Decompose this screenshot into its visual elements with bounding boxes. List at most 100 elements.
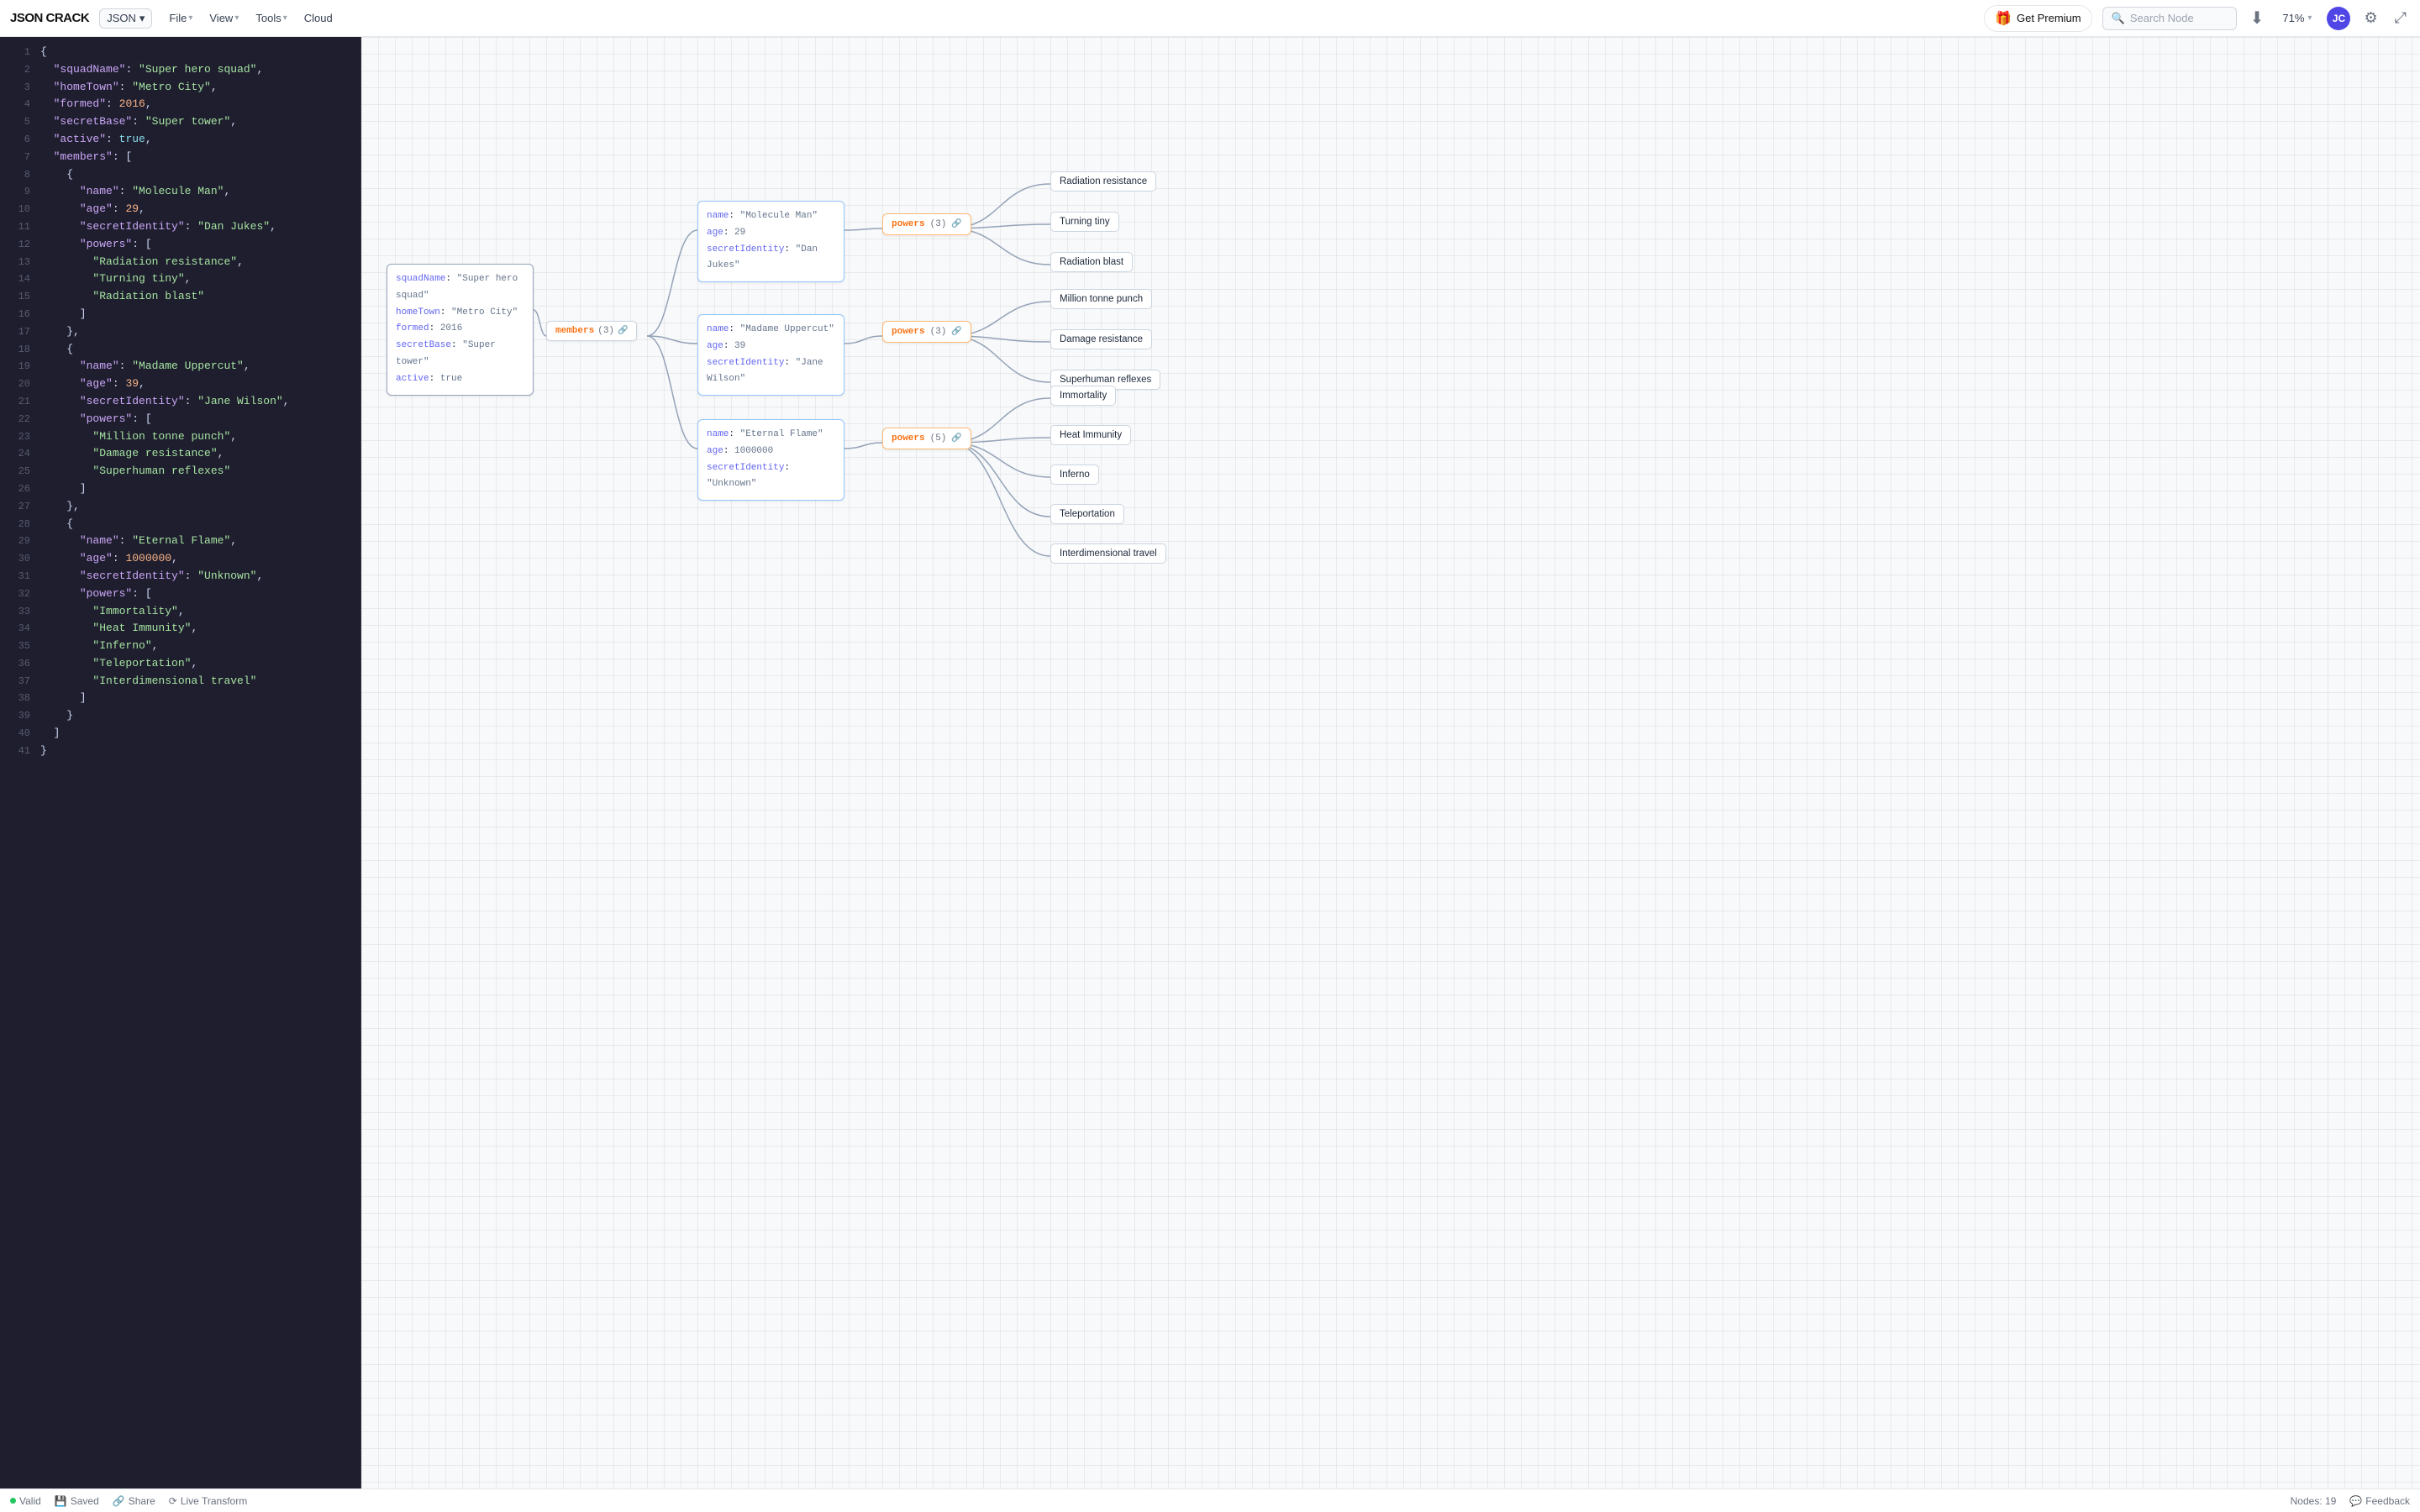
graph-canvas[interactable]: squadName: "Super hero squad" homeTown: … xyxy=(361,37,2420,1488)
power-item: Heat Immunity xyxy=(1050,425,1131,445)
editor-line: 32 "powers": [ xyxy=(0,585,360,603)
chevron-icon: ▾ xyxy=(234,13,239,23)
editor-line: 21 "secretIdentity": "Jane Wilson", xyxy=(0,393,360,411)
line-number: 8 xyxy=(7,167,30,183)
powers-count: (5) xyxy=(930,433,947,444)
line-number: 30 xyxy=(7,551,30,567)
line-number: 3 xyxy=(7,80,30,96)
line-number: 23 xyxy=(7,429,30,445)
json-editor[interactable]: 1{2 "squadName": "Super hero squad",3 "h… xyxy=(0,37,361,1488)
view-menu[interactable]: View ▾ xyxy=(203,8,245,28)
feedback-button[interactable]: 💬 Feedback xyxy=(2349,1495,2410,1507)
main-menu: File ▾ View ▾ Tools ▾ Cloud xyxy=(162,8,339,28)
line-content: { xyxy=(40,166,354,184)
line-content: }, xyxy=(40,323,354,341)
powers-array-button[interactable]: powers (5) 🔗 xyxy=(882,428,971,449)
line-number: 6 xyxy=(7,132,30,148)
graph-node: name: "Molecule Man" age: 29 secretIdent… xyxy=(697,201,844,282)
line-number: 20 xyxy=(7,376,30,392)
feedback-icon: 💬 xyxy=(2349,1495,2362,1507)
editor-line: 29 "name": "Eternal Flame", xyxy=(0,533,360,550)
live-transform-status[interactable]: ⟳ Live Transform xyxy=(169,1495,247,1507)
powers-label: powers xyxy=(892,219,925,229)
power-item: Teleportation xyxy=(1050,504,1124,524)
line-content: "secretIdentity": "Dan Jukes", xyxy=(40,218,354,236)
cloud-menu[interactable]: Cloud xyxy=(297,8,339,28)
line-content: "Radiation blast" xyxy=(40,288,354,306)
expand-icon[interactable]: ⤢ xyxy=(2391,6,2410,30)
file-menu[interactable]: File ▾ xyxy=(162,8,199,28)
line-number: 34 xyxy=(7,621,30,637)
share-status[interactable]: 🔗 Share xyxy=(113,1495,155,1507)
editor-line: 2 "squadName": "Super hero squad", xyxy=(0,61,360,79)
editor-line: 22 "powers": [ xyxy=(0,411,360,428)
status-bar: Valid 💾 Saved 🔗 Share ⟳ Live Transform N… xyxy=(0,1488,2420,1512)
members-count: (3) xyxy=(597,326,614,336)
line-number: 38 xyxy=(7,690,30,706)
editor-line: 1{ xyxy=(0,44,360,61)
line-number: 13 xyxy=(7,255,30,270)
editor-line: 5 "secretBase": "Super tower", xyxy=(0,113,360,131)
line-number: 33 xyxy=(7,604,30,620)
editor-line: 30 "age": 1000000, xyxy=(0,550,360,568)
settings-icon[interactable]: ⚙ xyxy=(2360,6,2381,30)
editor-line: 31 "secretIdentity": "Unknown", xyxy=(0,568,360,585)
power-item: Turning tiny xyxy=(1050,212,1119,232)
link-icon: 🔗 xyxy=(951,327,961,337)
line-content: "formed": 2016, xyxy=(40,96,354,113)
line-content: "name": "Eternal Flame", xyxy=(40,533,354,550)
graph-node: name: "Madame Uppercut" age: 39 secretId… xyxy=(697,314,844,396)
line-content: "Heat Immunity", xyxy=(40,620,354,638)
line-content: "powers": [ xyxy=(40,411,354,428)
line-content: }, xyxy=(40,498,354,516)
line-number: 24 xyxy=(7,446,30,462)
line-number: 41 xyxy=(7,743,30,759)
editor-line: 35 "Inferno", xyxy=(0,638,360,655)
line-content: "age": 1000000, xyxy=(40,550,354,568)
line-content: "age": 29, xyxy=(40,201,354,218)
line-number: 18 xyxy=(7,342,30,358)
download-button[interactable]: ⬇ xyxy=(2247,4,2268,32)
gift-icon: 🎁 xyxy=(1995,10,2012,27)
graph-node: squadName: "Super hero squad" homeTown: … xyxy=(387,264,534,396)
tools-menu[interactable]: Tools ▾ xyxy=(249,8,293,28)
editor-line: 7 "members": [ xyxy=(0,149,360,166)
line-number: 19 xyxy=(7,359,30,375)
line-number: 1 xyxy=(7,45,30,60)
editor-line: 24 "Damage resistance", xyxy=(0,445,360,463)
line-content: "Radiation resistance", xyxy=(40,254,354,271)
line-number: 27 xyxy=(7,499,30,515)
line-content: } xyxy=(40,707,354,725)
members-array-button[interactable]: members (3) 🔗 xyxy=(546,321,637,341)
powers-array-button[interactable]: powers (3) 🔗 xyxy=(882,213,971,235)
line-content: ] xyxy=(40,480,354,498)
editor-line: 28 { xyxy=(0,516,360,533)
powers-array-button[interactable]: powers (3) 🔗 xyxy=(882,321,971,343)
link-icon: 🔗 xyxy=(618,326,628,336)
line-number: 16 xyxy=(7,307,30,323)
line-number: 40 xyxy=(7,726,30,742)
nodes-count: Nodes: 19 xyxy=(2291,1495,2337,1507)
editor-line: 6 "active": true, xyxy=(0,131,360,149)
editor-line: 40 ] xyxy=(0,725,360,743)
editor-line: 20 "age": 39, xyxy=(0,375,360,393)
editor-line: 12 "powers": [ xyxy=(0,236,360,254)
zoom-control[interactable]: 71% ▾ xyxy=(2277,8,2317,28)
line-number: 11 xyxy=(7,219,30,235)
line-content: "Inferno", xyxy=(40,638,354,655)
chevron-icon: ▾ xyxy=(188,13,192,23)
format-label: JSON xyxy=(107,12,136,24)
feedback-label: Feedback xyxy=(2365,1495,2410,1507)
editor-line: 15 "Radiation blast" xyxy=(0,288,360,306)
chevron-down-icon: ▾ xyxy=(2307,13,2312,23)
avatar[interactable]: JC xyxy=(2327,7,2350,30)
search-box[interactable]: 🔍 Search Node xyxy=(2102,7,2237,30)
line-content: "secretIdentity": "Unknown", xyxy=(40,568,354,585)
editor-line: 19 "name": "Madame Uppercut", xyxy=(0,358,360,375)
saved-label: Saved xyxy=(71,1495,99,1507)
line-content: "Million tonne punch", xyxy=(40,428,354,446)
format-selector[interactable]: JSON ▾ xyxy=(99,8,152,29)
premium-button[interactable]: 🎁 Get Premium xyxy=(1984,5,2092,32)
power-item: Immortality xyxy=(1050,386,1116,406)
line-content: "secretBase": "Super tower", xyxy=(40,113,354,131)
